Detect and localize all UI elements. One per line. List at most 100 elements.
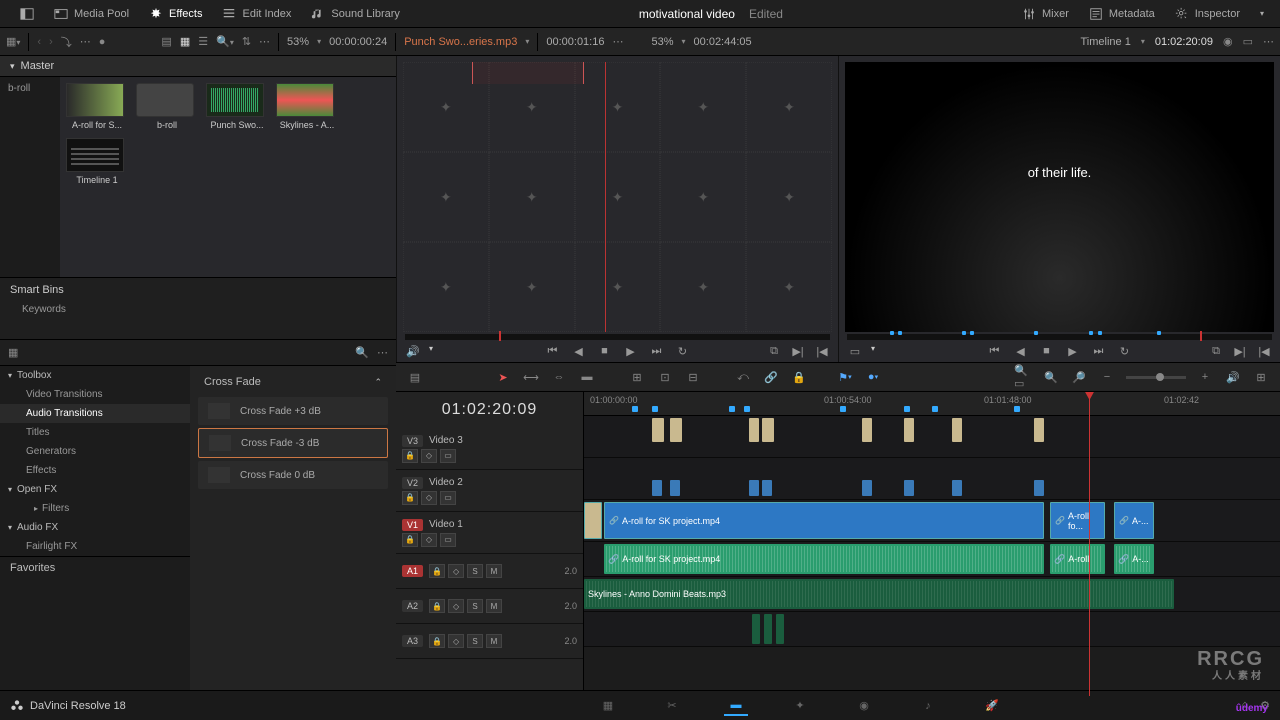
- openfx-group[interactable]: ▾Open FX: [0, 480, 190, 499]
- in-out-range[interactable]: [472, 62, 584, 84]
- timeline-playhead[interactable]: [1089, 392, 1090, 696]
- auto-select-icon[interactable]: ◇: [448, 599, 464, 613]
- panel-layout-button[interactable]: ▦▾: [6, 35, 20, 48]
- track-a2[interactable]: Skylines - Anno Domini Beats.mp3: [584, 577, 1280, 612]
- fx-titles[interactable]: Titles: [0, 423, 190, 442]
- overlay-button[interactable]: ▭: [847, 344, 863, 358]
- zoom-detail-button[interactable]: 🔍: [1042, 368, 1060, 386]
- solo-button[interactable]: S: [467, 634, 483, 648]
- more2-button[interactable]: ⋯: [259, 35, 270, 48]
- view-list-button[interactable]: ☰: [198, 35, 208, 48]
- clip[interactable]: [862, 418, 872, 442]
- auto-select-icon[interactable]: ◇: [421, 449, 437, 463]
- import-button[interactable]: ⤵: [61, 34, 72, 50]
- loop-button[interactable]: ↻: [1117, 344, 1133, 358]
- fx-filters[interactable]: ▸Filters: [0, 499, 190, 518]
- lock-icon[interactable]: 🔒: [429, 564, 445, 578]
- media-pool-button[interactable]: Media Pool: [44, 3, 139, 25]
- loop-button[interactable]: ↻: [675, 344, 691, 358]
- lock-icon[interactable]: 🔒: [429, 599, 445, 613]
- next-frame-button[interactable]: ⏭: [1091, 344, 1107, 358]
- source-playhead[interactable]: [605, 62, 606, 332]
- mute-button[interactable]: M: [486, 599, 502, 613]
- clip[interactable]: 🔗A-roll for SK project.mp4: [604, 502, 1044, 539]
- mute-button[interactable]: M: [486, 564, 502, 578]
- timeline-view-button[interactable]: ▤: [406, 368, 424, 386]
- track-a3[interactable]: [584, 612, 1280, 647]
- clip[interactable]: [764, 614, 772, 644]
- view-metadata-button[interactable]: ▤: [161, 35, 171, 48]
- overwrite-button[interactable]: ⊡: [656, 368, 674, 386]
- single-viewer-button[interactable]: ▭: [1243, 35, 1253, 48]
- audiofx-group[interactable]: ▾Audio FX: [0, 518, 190, 537]
- clip[interactable]: [904, 480, 914, 496]
- nav-back-button[interactable]: ‹: [37, 36, 41, 48]
- replace-button[interactable]: ⊟: [684, 368, 702, 386]
- bypass-button[interactable]: ◉: [1223, 35, 1233, 48]
- clip[interactable]: [749, 480, 759, 496]
- media-item[interactable]: A-roll for S...: [66, 83, 128, 130]
- color-page-tab[interactable]: ◉: [852, 696, 876, 716]
- view-thumb-button[interactable]: ▦: [180, 35, 190, 48]
- fx-effects[interactable]: Effects: [0, 461, 190, 480]
- zoom-slider[interactable]: [1126, 376, 1186, 379]
- clip[interactable]: [670, 418, 682, 442]
- smart-bin-keywords[interactable]: Keywords: [10, 302, 386, 317]
- media-item[interactable]: Skylines - A...: [276, 83, 338, 130]
- src-more-button[interactable]: ⋯: [612, 35, 623, 48]
- next-frame-button[interactable]: ⏭: [649, 344, 665, 358]
- track-v1[interactable]: 🔗A-roll for SK project.mp4 🔗A-roll fo...…: [584, 500, 1280, 542]
- track-head-a2[interactable]: A2 🔒◇SM 2.0: [396, 589, 583, 624]
- clip[interactable]: [762, 418, 774, 442]
- media-item[interactable]: Punch Swo...: [206, 83, 268, 130]
- mixer-button[interactable]: Mixer: [1012, 3, 1079, 25]
- track-head-a3[interactable]: A3 🔒◇SM 2.0: [396, 624, 583, 659]
- auto-select-icon[interactable]: ◇: [448, 634, 464, 648]
- lock-icon[interactable]: 🔒: [402, 533, 418, 547]
- expand-button[interactable]: ▾: [1250, 5, 1270, 22]
- timeline-select[interactable]: Timeline 1: [1081, 36, 1131, 48]
- last-edit-button[interactable]: |◀: [1256, 344, 1272, 358]
- lock-icon[interactable]: 🔒: [402, 491, 418, 505]
- play-button[interactable]: ▶: [623, 344, 639, 358]
- clip[interactable]: 🔗A-roll: [1050, 544, 1105, 574]
- sound-library-button[interactable]: Sound Library: [301, 3, 410, 25]
- rec-timecode[interactable]: 00:02:44:05: [694, 36, 752, 48]
- retime-button[interactable]: ⤺: [734, 368, 752, 386]
- fx-panel-layout-button[interactable]: ▦: [8, 346, 18, 359]
- record-viewer[interactable]: of their life. ▭▾ ⏮ ◀ ■: [838, 56, 1280, 362]
- mute-button[interactable]: M: [486, 634, 502, 648]
- clip[interactable]: [670, 480, 680, 496]
- last-edit-button[interactable]: |◀: [814, 344, 830, 358]
- auto-select-icon[interactable]: ◇: [421, 491, 437, 505]
- fx-more-button[interactable]: ⋯: [377, 346, 388, 359]
- track-v3[interactable]: [584, 416, 1280, 458]
- zoom-full-button[interactable]: 🔎: [1070, 368, 1088, 386]
- fx-generators[interactable]: Generators: [0, 442, 190, 461]
- fx-video-transitions[interactable]: Video Transitions: [0, 385, 190, 404]
- track-head-v2[interactable]: V2Video 2 🔒◇▭: [396, 470, 583, 512]
- clip[interactable]: [904, 418, 914, 442]
- solo-button[interactable]: S: [467, 599, 483, 613]
- track-a1[interactable]: 🔗A-roll for SK project.mp4 🔗A-roll 🔗A-..…: [584, 542, 1280, 577]
- clip[interactable]: [952, 480, 962, 496]
- more-button[interactable]: ⋯: [80, 35, 91, 48]
- timeline-ruler[interactable]: 01:00:00:00 01:00:54:00 01:01:48:00 01:0…: [584, 392, 1280, 416]
- fusion-page-tab[interactable]: ✦: [788, 696, 812, 716]
- track-v2[interactable]: [584, 458, 1280, 500]
- collapse-icon[interactable]: ⌃: [374, 377, 382, 388]
- clip[interactable]: [762, 480, 772, 496]
- cut-page-tab[interactable]: ✂: [660, 696, 684, 716]
- clip[interactable]: [776, 614, 784, 644]
- track-head-v1[interactable]: V1Video 1 🔒◇▭: [396, 512, 583, 554]
- bin-broll[interactable]: b-roll: [8, 81, 52, 96]
- toolbox-group[interactable]: ▾Toolbox: [0, 366, 190, 385]
- clip[interactable]: [584, 502, 602, 539]
- disable-icon[interactable]: ▭: [440, 533, 456, 547]
- nav-fwd-button[interactable]: ›: [49, 36, 53, 48]
- edit-page-tab[interactable]: ▬: [724, 696, 748, 716]
- fairlight-page-tab[interactable]: ♪: [916, 696, 940, 716]
- mute-button[interactable]: 🔊: [1224, 368, 1242, 386]
- clip[interactable]: [652, 480, 662, 496]
- link-button[interactable]: 🔗: [762, 368, 780, 386]
